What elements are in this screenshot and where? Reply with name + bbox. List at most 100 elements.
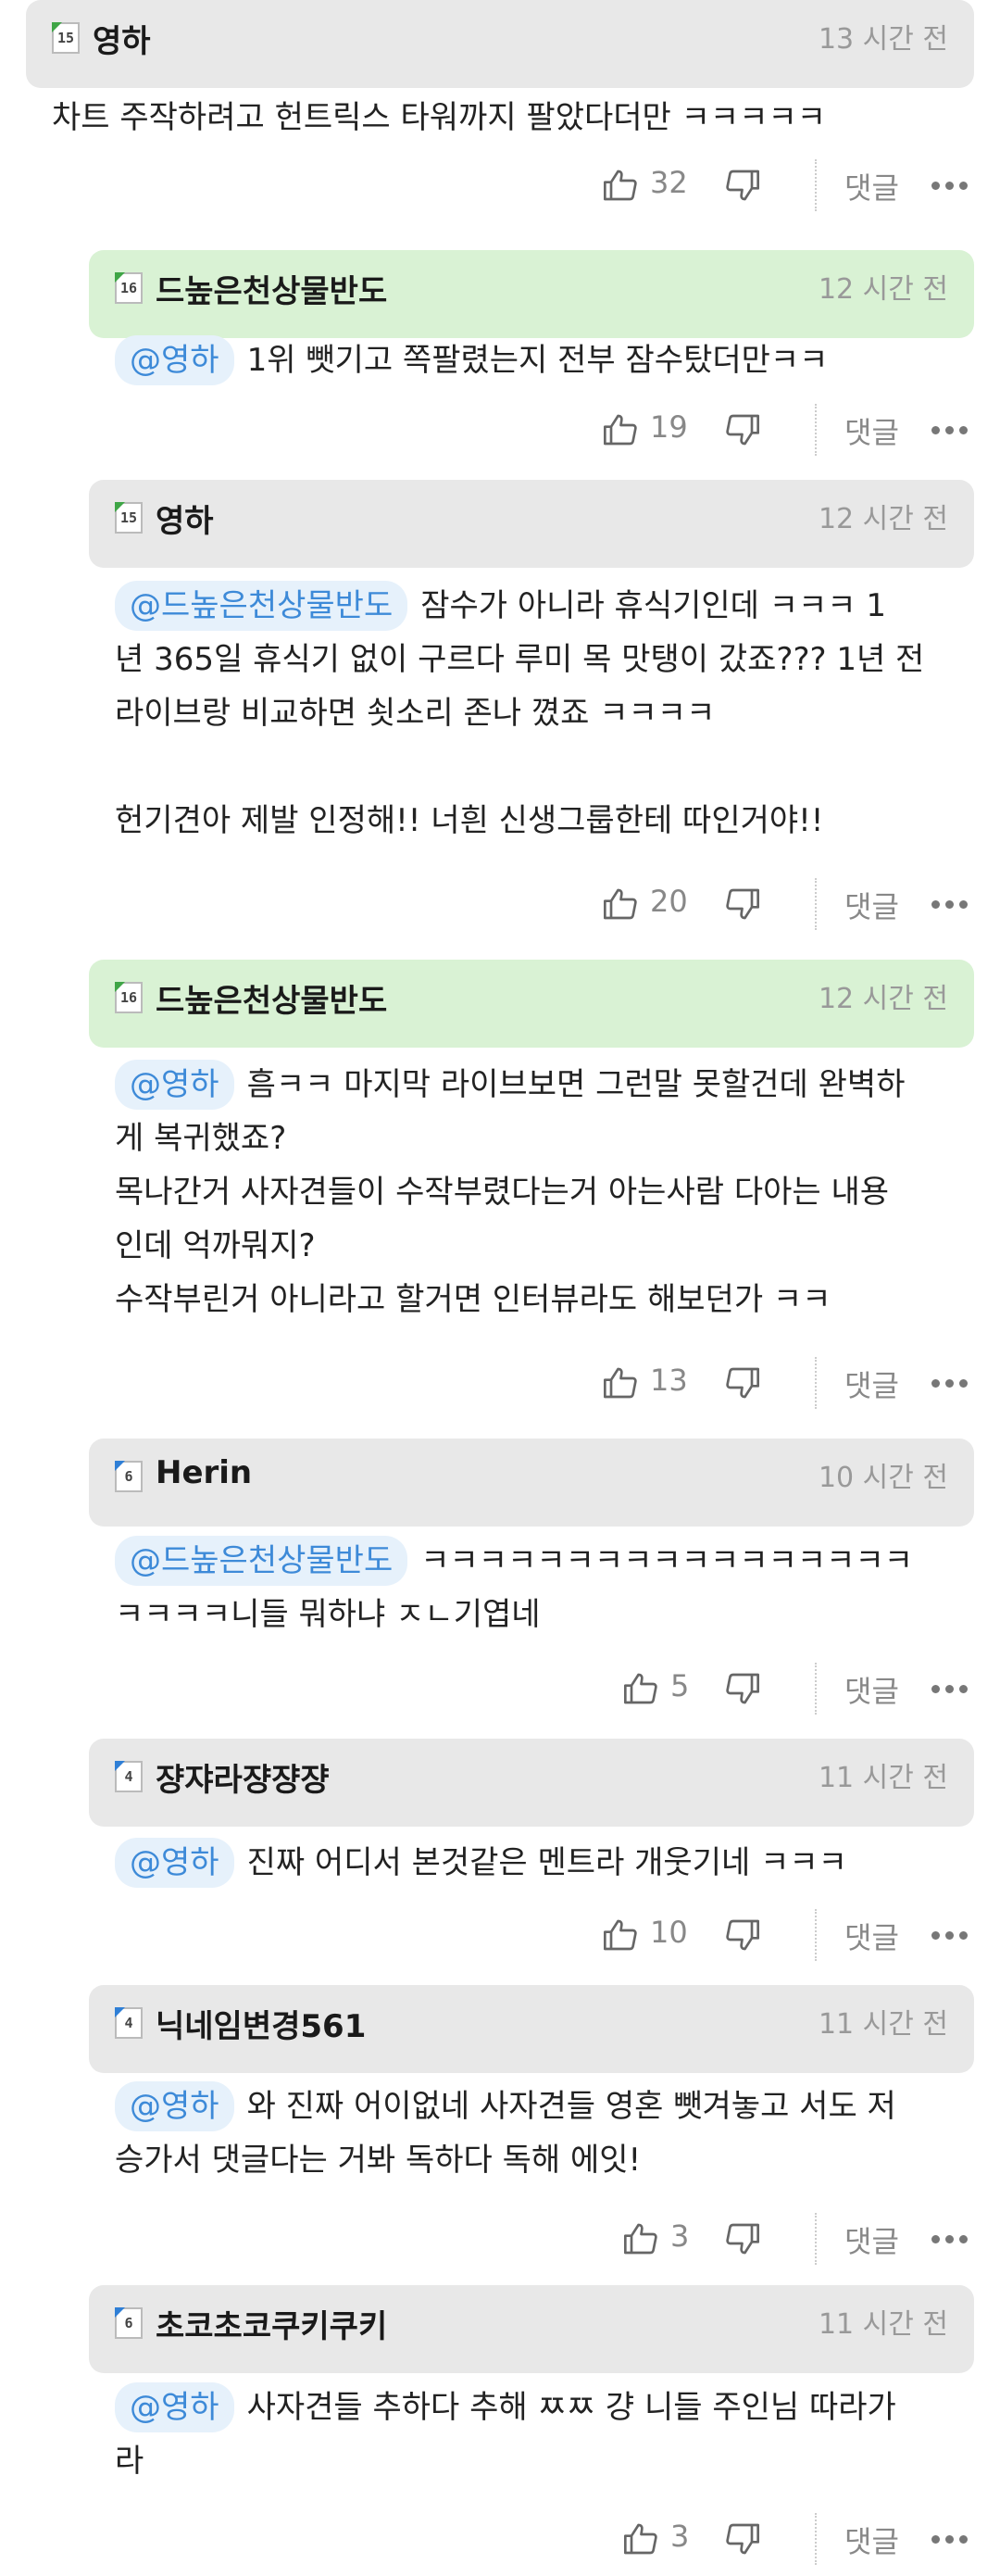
more-options-icon[interactable] (931, 1379, 969, 1389)
comment-text-line: 승가서 댓글다는 거봐 독하다 독해 에잇! (115, 2133, 641, 2187)
more-options-icon[interactable] (931, 182, 969, 191)
comment-text-line: 목나간거 사자견들이 수작부렸다는거 아는사람 다아는 내용 (115, 1165, 889, 1219)
comment-timestamp: 13 시간 전 (818, 23, 948, 56)
reply-button[interactable]: 댓글 (844, 409, 899, 452)
comment-text: 잠수가 아니라 휴식기인데 ㅋㅋㅋ 1 (420, 587, 887, 624)
reply-button[interactable]: 댓글 (844, 165, 899, 207)
comment-timestamp: 11 시간 전 (818, 2008, 948, 2041)
comment-text-line: @영하 흠ㅋㅋ 마지막 라이브보면 그런말 못할건데 완벽하 (115, 1058, 905, 1112)
comment-actions: 19 댓글 (0, 404, 1000, 459)
thumbs-down-icon[interactable] (724, 1670, 761, 1707)
thumbs-up-icon[interactable] (622, 1670, 659, 1707)
mention-tag[interactable]: @영하 (115, 1838, 234, 1888)
more-options-icon[interactable] (931, 2535, 969, 2545)
comment-text-line: 게 복귀했죠? (115, 1112, 286, 1165)
action-divider (815, 878, 817, 930)
thumbs-up-icon[interactable] (602, 886, 639, 923)
comment-text: 라이브랑 비교하면 쇳소리 존나 꼈죠 ㅋㅋㅋㅋ (115, 695, 716, 732)
mention-tag[interactable]: @영하 (115, 335, 234, 385)
reply-button[interactable]: 댓글 (844, 2218, 899, 2261)
comment-timestamp: 12 시간 전 (818, 983, 948, 1015)
comment-text-line: 헌기견아 제발 인정해!! 너흰 신생그룹한테 따인거야!! (115, 794, 823, 848)
comment-text-line: 수작부린거 아니라고 할거면 인터뷰라도 해보던가 ㅋㅋ (115, 1273, 831, 1326)
more-options-icon[interactable] (931, 900, 969, 910)
thumbs-down-icon[interactable] (724, 1364, 761, 1401)
comment-text-line: @영하 사자견들 추하다 추해 ㅉㅉ 걍 니들 주인님 따라가 (115, 2381, 896, 2434)
thumbs-up-icon[interactable] (602, 167, 639, 204)
thumbs-down-icon[interactable] (724, 1916, 761, 1954)
level-badge-icon: 4 (115, 2007, 143, 2039)
level-badge-icon: 6 (115, 1461, 143, 1492)
reply-button[interactable]: 댓글 (844, 1363, 899, 1405)
thumbs-down-icon[interactable] (724, 411, 761, 448)
author-nickname[interactable]: 영하 (93, 16, 151, 61)
comment-text: 차트 주작하려고 헌트릭스 타워까지 팔았다더만 ㅋㅋㅋㅋㅋ (52, 99, 827, 136)
comment-text: ㅋㅋㅋㅋ니들 뭐하냐 ㅈㄴ기엽네 (115, 1596, 541, 1633)
comment-text: 년 365일 휴식기 없이 구르다 루미 목 맛탱이 갔죠??? 1년 전 (115, 641, 925, 678)
thumbs-down-icon[interactable] (724, 886, 761, 923)
comment-text-line: @영하 와 진짜 어이없네 사자견들 영혼 뺏겨놓고 서도 저 (115, 2080, 896, 2133)
level-badge-icon: 15 (115, 502, 143, 534)
comment-text-line: 년 365일 휴식기 없이 구르다 루미 목 맛탱이 갔죠??? 1년 전 (115, 633, 924, 686)
thumbs-up-icon[interactable] (602, 1916, 639, 1954)
more-options-icon[interactable] (931, 1931, 969, 1941)
comment-actions: 20 댓글 (0, 878, 1000, 934)
action-divider (815, 2513, 817, 2565)
comment-header: 16 드높은천상물반도 12 시간 전 (89, 250, 974, 338)
comment-text: 수작부린거 아니라고 할거면 인터뷰라도 해보던가 ㅋㅋ (115, 1281, 831, 1318)
comment-text: 인데 억까뭐지? (115, 1227, 316, 1264)
like-count: 32 (650, 165, 688, 200)
comment-actions: 5 댓글 (0, 1663, 1000, 1718)
comment-timestamp: 10 시간 전 (818, 1462, 948, 1494)
like-count: 5 (670, 1668, 690, 1703)
like-count: 13 (650, 1363, 688, 1398)
thumbs-up-icon[interactable] (622, 2520, 659, 2557)
level-badge-icon: 16 (115, 982, 143, 1013)
comment-actions: 32 댓글 (0, 159, 1000, 215)
reply-button[interactable]: 댓글 (844, 1915, 899, 1957)
author-nickname[interactable]: 드높은천상물반도 (156, 975, 387, 1021)
action-divider (815, 159, 817, 211)
like-count: 3 (670, 2519, 690, 2554)
comment-text-line: 라이브랑 비교하면 쇳소리 존나 꼈죠 ㅋㅋㅋㅋ (115, 686, 715, 740)
comment-header: 6 Herin 10 시간 전 (89, 1439, 974, 1527)
comment-timestamp: 11 시간 전 (818, 1762, 948, 1794)
mention-tag[interactable]: @영하 (115, 2081, 234, 2131)
reply-button[interactable]: 댓글 (844, 1668, 899, 1711)
action-divider (815, 2213, 817, 2265)
reply-button[interactable]: 댓글 (844, 2519, 899, 2561)
mention-tag[interactable]: @드높은천상물반도 (115, 1536, 408, 1586)
author-nickname[interactable]: 드높은천상물반도 (156, 266, 387, 311)
thumbs-up-icon[interactable] (622, 2220, 659, 2257)
more-options-icon[interactable] (931, 1685, 969, 1694)
level-badge-icon: 4 (115, 1761, 143, 1792)
reply-button[interactable]: 댓글 (844, 884, 899, 926)
action-divider (815, 404, 817, 456)
more-options-icon[interactable] (931, 2235, 969, 2244)
level-badge-icon: 6 (115, 2307, 143, 2339)
author-nickname[interactable]: 영하 (156, 496, 214, 541)
author-nickname[interactable]: 닉네임변경561 (156, 2001, 366, 2046)
comment-header: 4 닉네임변경561 11 시간 전 (89, 1985, 974, 2073)
thumbs-up-icon[interactable] (602, 411, 639, 448)
thumbs-down-icon[interactable] (724, 2520, 761, 2557)
comment-actions: 13 댓글 (0, 1357, 1000, 1413)
author-nickname[interactable]: Herin (156, 1454, 252, 1491)
comment-timestamp: 12 시간 전 (818, 273, 948, 306)
thumbs-down-icon[interactable] (724, 167, 761, 204)
comment-text: 게 복귀했죠? (115, 1120, 287, 1157)
comment-text: 승가서 댓글다는 거봐 독하다 독해 에잇! (115, 2142, 642, 2179)
more-options-icon[interactable] (931, 426, 969, 435)
level-badge-icon: 16 (115, 272, 143, 304)
author-nickname[interactable]: 초코초코쿠키쿠키 (156, 2301, 387, 2346)
mention-tag[interactable]: @드높은천상물반도 (115, 581, 408, 631)
mention-tag[interactable]: @영하 (115, 1060, 234, 1110)
comment-actions: 10 댓글 (0, 1909, 1000, 1965)
level-badge-icon: 15 (52, 22, 80, 54)
comment-text: 헌기견아 제발 인정해!! 너흰 신생그룹한테 따인거야!! (115, 802, 824, 839)
mention-tag[interactable]: @영하 (115, 2382, 234, 2432)
thumbs-up-icon[interactable] (602, 1364, 639, 1401)
author-nickname[interactable]: 쟝쟈라쟝쟝쟝 (156, 1754, 330, 1800)
like-count: 10 (650, 1915, 688, 1950)
thumbs-down-icon[interactable] (724, 2220, 761, 2257)
